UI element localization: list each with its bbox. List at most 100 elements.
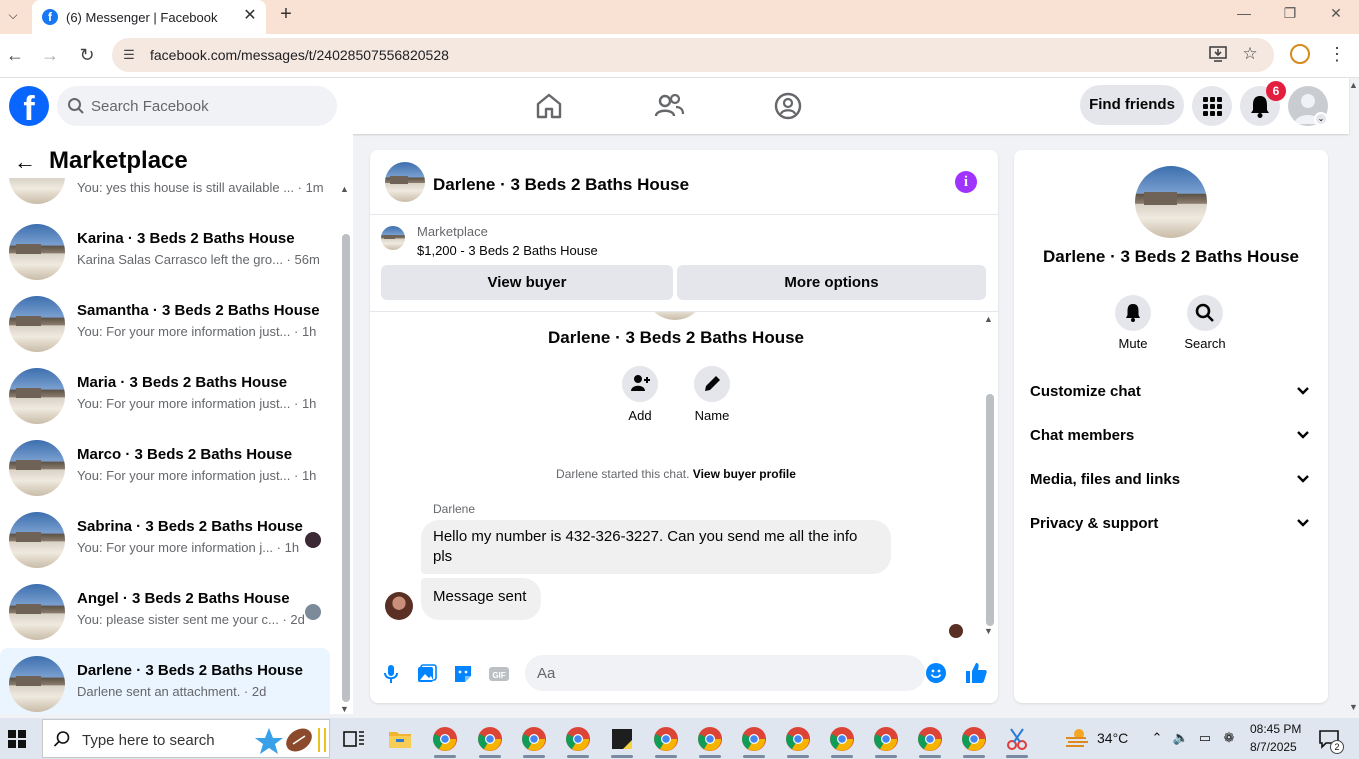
chrome-icon[interactable]: [697, 726, 723, 752]
seen-avatar: [305, 604, 321, 620]
message-input[interactable]: [537, 655, 907, 691]
tab-search-icon[interactable]: ⌵: [4, 6, 22, 24]
browser-menu-icon[interactable]: ⋮: [1328, 42, 1346, 66]
chrome-icon[interactable]: [917, 726, 943, 752]
add-button[interactable]: [622, 366, 658, 402]
page-scroll-up-icon[interactable]: ▲: [1349, 80, 1358, 90]
new-tab-icon[interactable]: +: [274, 3, 298, 27]
add-person-icon: [631, 375, 650, 391]
info-icon[interactable]: i: [955, 171, 977, 193]
conversation-item[interactable]: Maria · 3 Beds 2 Baths House You: For yo…: [0, 360, 330, 432]
chrome-icon[interactable]: [521, 726, 547, 752]
chat-members-section[interactable]: Chat members: [1014, 416, 1328, 456]
thumbs-up-icon[interactable]: [964, 661, 988, 685]
chrome-icon[interactable]: [432, 726, 458, 752]
taskbar-search[interactable]: Type here to search: [42, 719, 330, 758]
browser-profile-icon[interactable]: [1290, 44, 1310, 64]
conversation-item-active[interactable]: Darlene · 3 Beds 2 Baths House Darlene s…: [0, 648, 330, 714]
clock-date[interactable]: 8/7/2025: [1250, 740, 1297, 754]
sticker-icon[interactable]: [452, 663, 474, 685]
gif-icon[interactable]: GIF: [488, 663, 510, 685]
tab-close-icon[interactable]: ✕: [240, 6, 260, 26]
conversation-item[interactable]: Angel · 3 Beds 2 Baths House You: please…: [0, 576, 330, 648]
sender-avatar[interactable]: [385, 592, 413, 620]
menu-grid-button[interactable]: [1192, 86, 1232, 126]
message-bubble[interactable]: Message sent: [421, 578, 541, 620]
facebook-logo-icon[interactable]: f: [9, 86, 49, 126]
back-arrow-icon[interactable]: ←: [12, 150, 38, 176]
mute-button[interactable]: [1115, 295, 1151, 331]
sidebar-scroll-down-icon[interactable]: ▼: [340, 704, 349, 714]
message-composer[interactable]: [525, 655, 925, 691]
window-close-icon[interactable]: ✕: [1321, 2, 1351, 24]
forward-arrow-icon[interactable]: →: [37, 42, 63, 68]
snipping-tool-icon[interactable]: [1004, 726, 1030, 752]
name-button[interactable]: [694, 366, 730, 402]
facebook-search-input[interactable]: [91, 86, 327, 126]
conversation-item[interactable]: Sabrina · 3 Beds 2 Baths House You: For …: [0, 504, 330, 576]
sidebar-scrollbar[interactable]: [342, 234, 350, 702]
message-bubble[interactable]: Hello my number is 432-326-3227. Can you…: [421, 520, 891, 574]
microphone-icon[interactable]: [380, 663, 402, 685]
conversation-name: Darlene · 3 Beds 2 Baths House: [77, 662, 303, 679]
conversation-item[interactable]: Samantha · 3 Beds 2 Baths House You: For…: [0, 288, 330, 360]
weather-haze-icon[interactable]: [1064, 727, 1090, 749]
football-art-icon: [255, 728, 326, 754]
home-icon[interactable]: [533, 90, 565, 122]
sticky-notes-icon[interactable]: [609, 726, 635, 752]
battery-icon[interactable]: ▭: [1196, 729, 1214, 747]
chrome-icon[interactable]: [873, 726, 899, 752]
task-view-icon[interactable]: [341, 726, 367, 752]
friends-icon[interactable]: [653, 90, 685, 122]
minimize-icon[interactable]: —: [1229, 2, 1259, 24]
emoji-icon[interactable]: [926, 663, 946, 683]
chrome-icon[interactable]: [565, 726, 591, 752]
search-button[interactable]: [1187, 295, 1223, 331]
view-buyer-profile-link[interactable]: View buyer profile: [693, 467, 796, 481]
conversation-item[interactable]: Marco · 3 Beds 2 Baths House You: For yo…: [0, 432, 330, 504]
address-bar[interactable]: ☰ facebook.com/messages/t/24028507556820…: [112, 38, 1274, 72]
volume-icon[interactable]: 🔈: [1172, 729, 1190, 747]
chrome-icon[interactable]: [785, 726, 811, 752]
chevron-up-icon[interactable]: ⌃: [1148, 729, 1166, 747]
groups-icon[interactable]: [772, 90, 804, 122]
file-explorer-icon[interactable]: [387, 726, 413, 752]
address-url[interactable]: facebook.com/messages/t/2402850755682052…: [150, 47, 449, 63]
chat-title[interactable]: Darlene · 3 Beds 2 Baths House: [433, 175, 689, 195]
site-settings-icon[interactable]: ☰: [120, 46, 138, 64]
sidebar-scroll-up-icon[interactable]: ▲: [340, 184, 349, 194]
chrome-icon[interactable]: [653, 726, 679, 752]
wifi-icon[interactable]: ❁: [1220, 729, 1238, 747]
listing-price[interactable]: $1,200 - 3 Beds 2 Baths House: [417, 243, 598, 258]
restore-icon[interactable]: ❐: [1275, 2, 1305, 24]
chat-header-thumbnail[interactable]: [385, 162, 425, 202]
photo-icon[interactable]: [416, 663, 438, 685]
conversation-item[interactable]: Karina · 3 Beds 2 Baths House Karina Sal…: [0, 216, 330, 288]
clock-time[interactable]: 08:45 PM: [1250, 722, 1301, 736]
chrome-icon[interactable]: [741, 726, 767, 752]
conversation-sidebar: You: yes this house is still available .…: [0, 134, 353, 714]
chrome-icon[interactable]: [961, 726, 987, 752]
message-thread[interactable]: Darlene · 3 Beds 2 Baths House Add Name …: [370, 312, 998, 642]
privacy-support-section[interactable]: Privacy & support: [1014, 504, 1328, 544]
customize-chat-section[interactable]: Customize chat: [1014, 372, 1328, 412]
thread-scroll-up-icon[interactable]: ▲: [984, 314, 993, 324]
install-app-icon[interactable]: [1208, 46, 1228, 64]
weather-temperature[interactable]: 34°C: [1097, 730, 1128, 746]
thread-scrollbar[interactable]: [986, 394, 994, 626]
account-chevron-down-icon[interactable]: ⌄: [1314, 112, 1328, 126]
thread-scroll-down-icon[interactable]: ▼: [984, 626, 993, 636]
windows-start-icon[interactable]: [8, 730, 26, 748]
more-options-button[interactable]: More options: [677, 265, 986, 300]
bookmark-star-icon[interactable]: ☆: [1240, 44, 1260, 64]
media-files-links-section[interactable]: Media, files and links: [1014, 460, 1328, 500]
facebook-search[interactable]: [57, 86, 337, 126]
view-buyer-button[interactable]: View buyer: [381, 265, 673, 300]
back-arrow-icon[interactable]: ←: [2, 42, 28, 68]
page-scroll-down-icon[interactable]: ▼: [1349, 702, 1358, 712]
find-friends-button[interactable]: Find friends: [1080, 85, 1184, 125]
reload-icon[interactable]: ↻: [74, 42, 100, 68]
chrome-icon[interactable]: [829, 726, 855, 752]
chrome-icon[interactable]: [477, 726, 503, 752]
browser-tab-active[interactable]: f (6) Messenger | Facebook ✕: [32, 0, 266, 34]
